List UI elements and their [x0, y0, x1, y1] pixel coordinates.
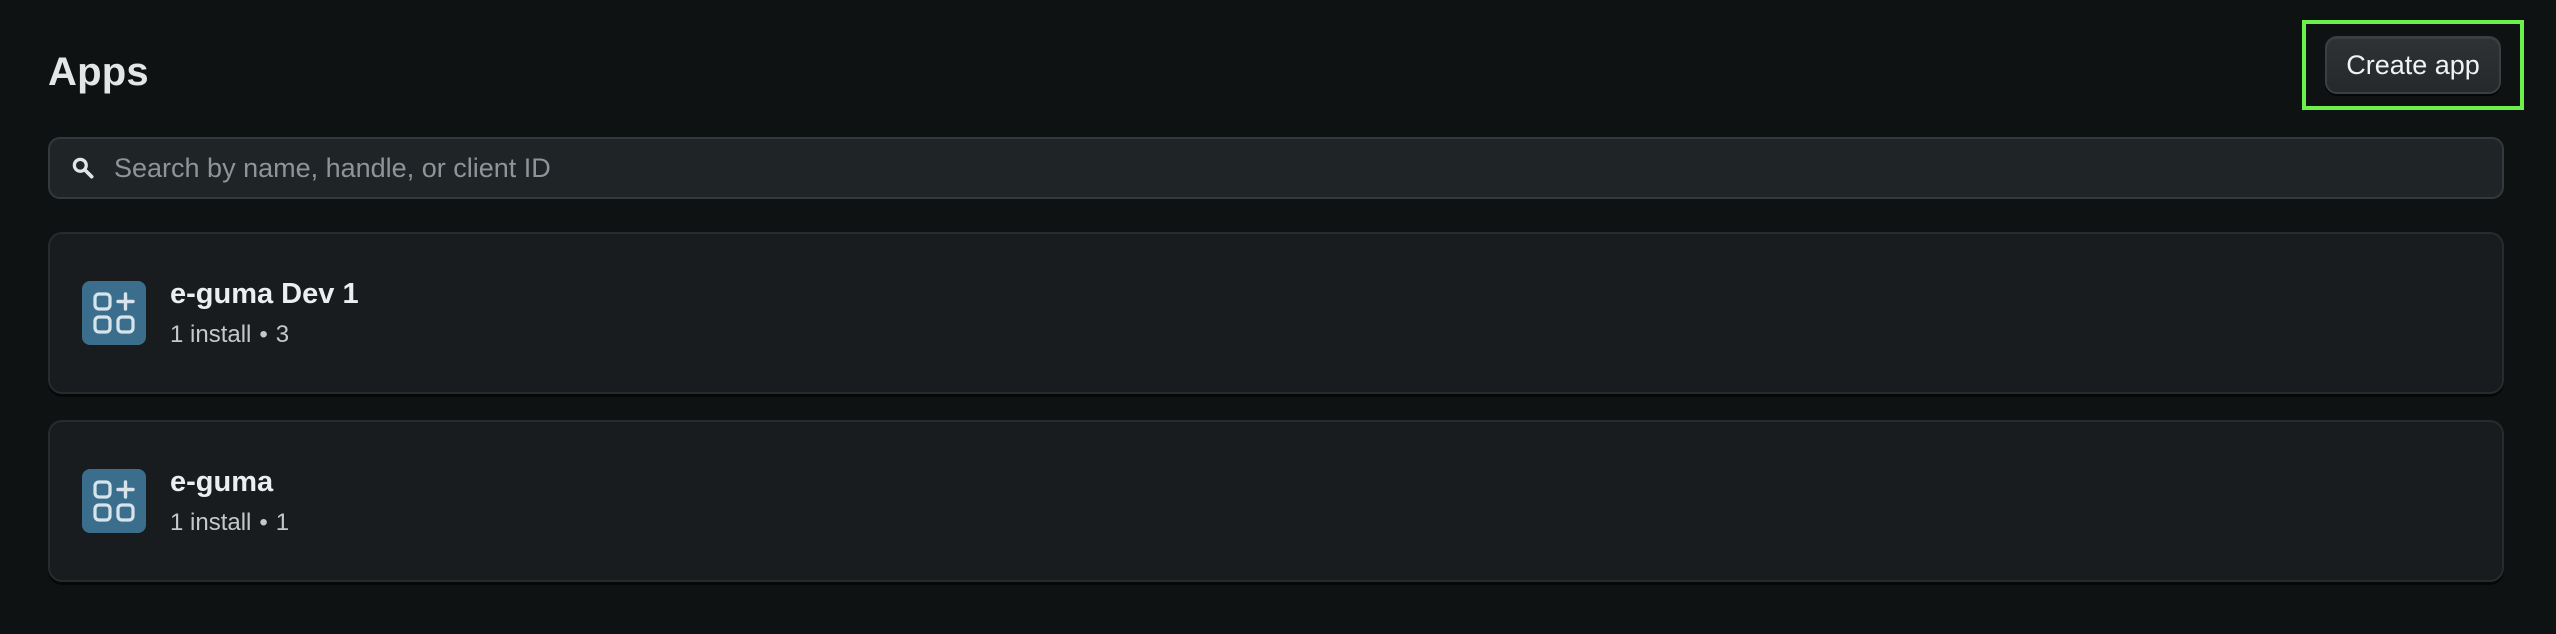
app-name: e-guma [170, 465, 274, 498]
search-icon [68, 153, 98, 183]
app-card-text: e-guma Dev 1 1 install • 3 [170, 278, 359, 349]
app-meta: 1 install • 1 [170, 509, 289, 537]
app-installs: 1 install [170, 320, 252, 348]
app-card[interactable]: e-guma 1 install • 1 [48, 420, 2504, 582]
create-app-highlight: Create app [2302, 20, 2524, 110]
app-count: 3 [275, 320, 290, 348]
search-bar [48, 137, 2504, 199]
meta-separator: • [259, 320, 268, 348]
app-grid-plus-icon [82, 281, 146, 345]
app-count: 1 [275, 508, 290, 536]
page-header: Apps [48, 36, 2508, 108]
search-input[interactable] [112, 138, 2502, 198]
app-name: e-guma Dev 1 [170, 277, 359, 310]
app-installs: 1 install [170, 508, 252, 536]
app-grid-plus-icon [82, 469, 146, 533]
apps-page: Apps Create app e-guma Dev 1 1 in [0, 0, 2556, 634]
app-meta: 1 install • 3 [170, 321, 359, 349]
app-card-text: e-guma 1 install • 1 [170, 466, 289, 537]
create-app-button[interactable]: Create app [2325, 36, 2501, 94]
page-title: Apps [48, 49, 149, 94]
app-card[interactable]: e-guma Dev 1 1 install • 3 [48, 232, 2504, 394]
meta-separator: • [259, 508, 268, 536]
